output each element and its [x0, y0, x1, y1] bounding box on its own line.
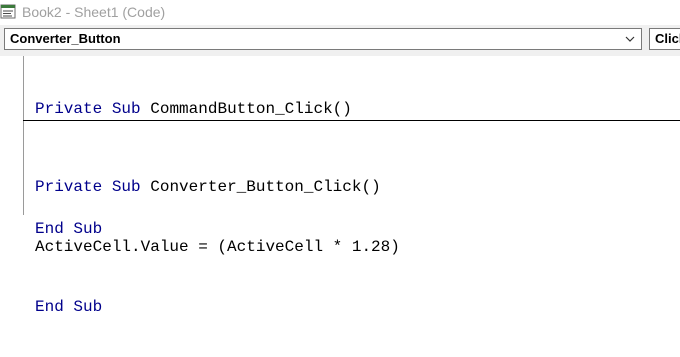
chevron-down-icon[interactable] [622, 29, 638, 49]
procedure-dropdown-value: Click [655, 31, 680, 46]
code-line[interactable]: ActiveCell.Value = (ActiveCell * 1.28) [35, 237, 400, 257]
procedure-name: Converter_Button_Click() [150, 178, 381, 196]
title-bar: Book2 - Sheet1 (Code) [0, 0, 680, 25]
code-line[interactable]: Private Sub Converter_Button_Click() [35, 177, 400, 197]
vba-module-icon [0, 4, 16, 19]
keyword: Sub [111, 178, 141, 196]
procedure-name: CommandButton_Click() [150, 100, 352, 118]
keyword: End [35, 298, 64, 316]
procedure-dropdown[interactable]: Click [649, 28, 680, 50]
object-dropdown[interactable]: Converter_Button [4, 28, 642, 50]
window-title: Book2 - Sheet1 (Code) [22, 4, 166, 20]
keyword: Private [35, 100, 103, 118]
keyword: Private [35, 178, 103, 196]
code-line[interactable]: End Sub [35, 297, 400, 317]
margin-indicator-bar [23, 56, 24, 215]
keyword: Sub [111, 100, 141, 118]
code-window-toolbar: Converter_Button Click [0, 25, 680, 56]
code-line[interactable]: Private Sub CommandButton_Click() [35, 99, 352, 119]
code-editor[interactable]: Private Sub CommandButton_Click() End Su… [0, 56, 680, 316]
procedure-converter-button-click: Private Sub Converter_Button_Click() Act… [35, 137, 400, 357]
object-dropdown-value: Converter_Button [10, 31, 121, 46]
keyword: Sub [73, 298, 103, 316]
